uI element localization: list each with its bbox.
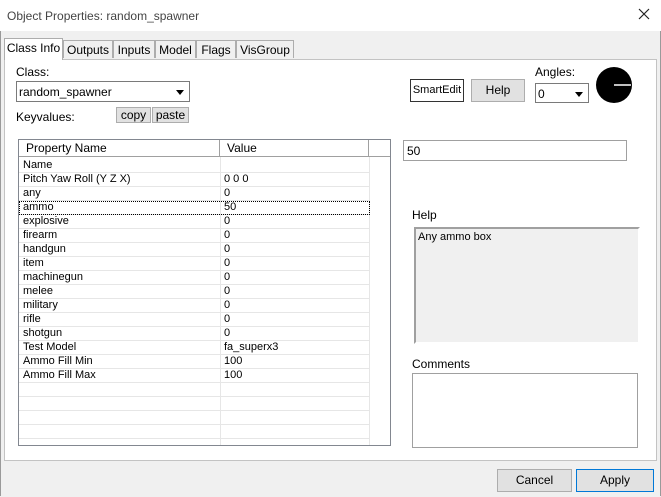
property-name: Pitch Yaw Roll (Y Z X) [23, 173, 131, 185]
grid-row[interactable]: Name [19, 159, 370, 173]
grid-row-empty [19, 411, 370, 425]
help-text-box: Any ammo box [414, 227, 640, 344]
property-value: 100 [224, 369, 243, 381]
tab-outputs[interactable]: Outputs [63, 40, 113, 58]
tab-flags[interactable]: Flags [196, 40, 236, 58]
property-name: handgun [23, 243, 66, 255]
property-name: melee [23, 285, 53, 297]
property-name: rifle [23, 313, 41, 325]
property-value: 0 0 0 [224, 173, 249, 185]
property-value: 0 [224, 257, 231, 269]
grid-row[interactable]: melee 0 [19, 285, 370, 299]
chevron-down-icon[interactable] [571, 85, 587, 101]
angle-dial-icon[interactable] [594, 66, 634, 104]
grid-row[interactable]: rifle 0 [19, 313, 370, 327]
property-name: firearm [23, 229, 58, 241]
grid-row[interactable]: item 0 [19, 257, 370, 271]
property-value: 0 [224, 187, 231, 199]
tab-visgroup[interactable]: VisGroup [236, 40, 294, 58]
property-value: 0 [224, 285, 231, 297]
grid-row[interactable]: Pitch Yaw Roll (Y Z X) 0 0 0 [19, 173, 370, 187]
grid-row-empty [19, 425, 370, 439]
property-name: Test Model [23, 341, 77, 353]
property-name: Name [23, 159, 53, 171]
property-name: explosive [23, 215, 69, 227]
property-name: shotgun [23, 327, 63, 339]
grid-row-empty [19, 383, 370, 397]
angles-value: 0 [538, 87, 545, 101]
apply-button[interactable]: Apply [576, 469, 654, 492]
grid-row[interactable]: shotgun 0 [19, 327, 370, 341]
property-value: 0 [224, 271, 231, 283]
grid-row[interactable]: military 0 [19, 299, 370, 313]
close-icon[interactable] [636, 6, 652, 22]
property-value: 0 [224, 313, 231, 325]
keyvalues-label: Keyvalues: [16, 110, 75, 124]
property-value: 0 [224, 229, 231, 241]
class-label: Class: [16, 65, 50, 79]
property-value: 0 [224, 299, 231, 311]
column-header-filler [369, 140, 390, 157]
property-name: Ammo Fill Min [23, 355, 93, 367]
property-name: Ammo Fill Max [23, 369, 96, 381]
property-value: 0 [224, 215, 231, 227]
property-name: machinegun [23, 271, 83, 283]
window-title: Object Properties: random_spawner [7, 9, 200, 23]
comments-label: Comments [412, 357, 471, 371]
paste-button[interactable]: paste [152, 107, 189, 123]
chevron-down-icon[interactable] [172, 83, 188, 100]
grid-row[interactable]: Ammo Fill Min 100 [19, 355, 370, 369]
property-name: any [23, 187, 41, 199]
cancel-button[interactable]: Cancel [497, 469, 572, 492]
angles-combobox[interactable]: 0 [535, 83, 589, 103]
grid-row-empty [19, 397, 370, 411]
grid-row[interactable]: Ammo Fill Max 100 [19, 369, 370, 383]
property-name: item [23, 257, 44, 269]
angles-label: Angles: [535, 65, 576, 79]
column-header-value[interactable]: Value [220, 140, 369, 157]
property-value: 100 [224, 355, 243, 367]
grid-row[interactable]: ammo 50 [19, 201, 370, 215]
column-header-property-name[interactable]: Property Name [19, 140, 220, 157]
tab-inputs[interactable]: Inputs [113, 40, 155, 58]
copy-button[interactable]: copy [116, 107, 151, 123]
property-name: military [23, 299, 58, 311]
grid-row[interactable]: machinegun 0 [19, 271, 370, 285]
grid-row[interactable]: firearm 0 [19, 229, 370, 243]
help-text: Any ammo box [418, 231, 492, 243]
property-value: 0 [224, 243, 231, 255]
grid-row[interactable]: explosive 0 [19, 215, 370, 229]
property-value: 0 [224, 327, 231, 339]
smartedit-toggle[interactable]: SmartEdit [410, 79, 464, 102]
grid-row[interactable]: handgun 0 [19, 243, 370, 257]
help-label: Help [412, 208, 437, 222]
tab-model[interactable]: Model [155, 40, 196, 58]
class-value: random_spawner [19, 85, 112, 99]
comments-input[interactable] [412, 373, 638, 448]
property-name: ammo [23, 201, 54, 213]
keyvalues-grid[interactable]: Property Name Value Name Pitch Yaw Roll (… [18, 139, 391, 446]
property-value: fa_superx3 [224, 341, 279, 353]
grid-row[interactable]: any 0 [19, 187, 370, 201]
property-value: 50 [224, 201, 237, 213]
tab-class-info[interactable]: Class Info [4, 38, 63, 60]
grid-row[interactable]: Test Model fa_superx3 [19, 341, 370, 355]
class-combobox[interactable]: random_spawner [16, 81, 190, 102]
value-text: 50 [407, 144, 421, 158]
value-input[interactable]: 50 [403, 140, 627, 161]
help-button[interactable]: Help [471, 79, 525, 102]
